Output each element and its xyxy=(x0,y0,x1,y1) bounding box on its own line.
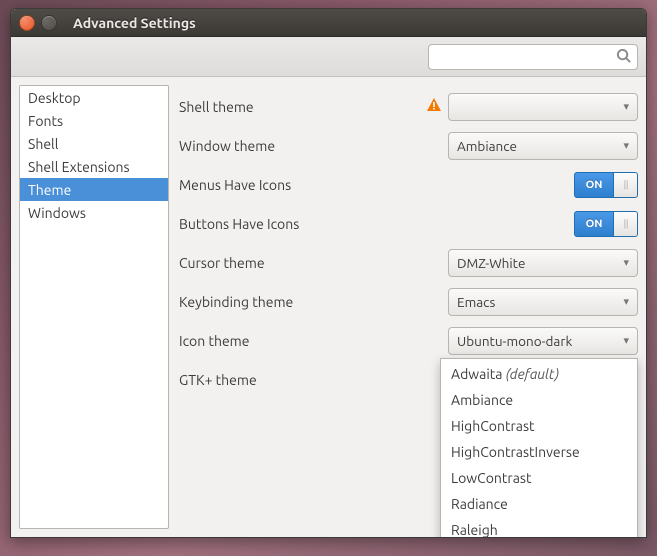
minimize-button[interactable] xyxy=(41,15,57,31)
sidebar-item-desktop[interactable]: Desktop xyxy=(20,86,168,109)
shell-theme-combo[interactable]: ▾ xyxy=(448,93,638,121)
search-input[interactable] xyxy=(435,49,616,64)
sidebar-item-label: Shell Extensions xyxy=(28,159,130,175)
switch-knob: ||| xyxy=(613,173,637,197)
sidebar-item-label: Fonts xyxy=(28,113,63,129)
dropdown-item-label: Radiance xyxy=(451,496,508,512)
row-label: Menus Have Icons xyxy=(179,177,574,193)
menus-icons-switch[interactable]: ON ||| xyxy=(574,172,638,198)
dropdown-item-label: LowContrast xyxy=(451,470,532,486)
row-keybinding-theme: Keybinding theme Emacs ▾ xyxy=(179,282,638,321)
close-button[interactable] xyxy=(19,15,35,31)
chevron-down-icon: ▾ xyxy=(623,256,629,269)
dropdown-item-ambiance[interactable]: Ambiance xyxy=(441,387,637,413)
icon-theme-combo[interactable]: Ubuntu-mono-dark ▾ xyxy=(448,327,638,355)
row-window-theme: Window theme Ambiance ▾ xyxy=(179,126,638,165)
toolbar xyxy=(11,37,646,77)
window-theme-combo[interactable]: Ambiance ▾ xyxy=(448,132,638,160)
switch-knob: ||| xyxy=(613,212,637,236)
search-icon xyxy=(616,48,631,66)
sidebar-item-windows[interactable]: Windows xyxy=(20,201,168,224)
dropdown-item-raleigh[interactable]: Raleigh xyxy=(441,517,637,538)
dropdown-item-radiance[interactable]: Radiance xyxy=(441,491,637,517)
row-icon-theme: Icon theme Ubuntu-mono-dark ▾ xyxy=(179,321,638,360)
sidebar-item-label: Shell xyxy=(28,136,58,152)
dropdown-item-highcontrast[interactable]: HighContrast xyxy=(441,413,637,439)
sidebar-item-theme[interactable]: Theme xyxy=(20,178,168,201)
row-menus-icons: Menus Have Icons ON ||| xyxy=(179,165,638,204)
dropdown-item-lowcontrast[interactable]: LowContrast xyxy=(441,465,637,491)
dropdown-item-suffix: (default) xyxy=(506,366,559,382)
titlebar: Advanced Settings xyxy=(11,9,646,37)
combo-value: Emacs xyxy=(457,294,495,310)
sidebar-item-label: Theme xyxy=(28,182,71,198)
dropdown-item-adwaita[interactable]: Adwaita (default) xyxy=(441,361,637,387)
row-label: Icon theme xyxy=(179,333,448,349)
dropdown-item-label: HighContrastInverse xyxy=(451,444,580,460)
row-label: GTK+ theme xyxy=(179,372,448,388)
window-title: Advanced Settings xyxy=(73,15,196,31)
switch-on-label: ON xyxy=(575,173,613,197)
sidebar: Desktop Fonts Shell Shell Extensions The… xyxy=(19,85,169,529)
row-cursor-theme: Cursor theme DMZ-White ▾ xyxy=(179,243,638,282)
dropdown-item-highcontrastinverse[interactable]: HighContrastInverse xyxy=(441,439,637,465)
row-buttons-icons: Buttons Have Icons ON ||| xyxy=(179,204,638,243)
dropdown-item-label: Adwaita xyxy=(451,366,502,382)
chevron-down-icon: ▾ xyxy=(623,295,629,308)
keybinding-theme-combo[interactable]: Emacs ▾ xyxy=(448,288,638,316)
chevron-down-icon: ▾ xyxy=(623,100,629,113)
buttons-icons-switch[interactable]: ON ||| xyxy=(574,211,638,237)
sidebar-item-label: Desktop xyxy=(28,90,81,106)
sidebar-item-label: Windows xyxy=(28,205,86,221)
row-label: Cursor theme xyxy=(179,255,448,271)
advanced-settings-window: Advanced Settings Desktop Fonts Shell Sh… xyxy=(10,8,647,538)
dropdown-item-label: Raleigh xyxy=(451,522,498,538)
row-label: Shell theme xyxy=(179,99,426,115)
combo-value: Ambiance xyxy=(457,138,517,154)
sidebar-item-shell-extensions[interactable]: Shell Extensions xyxy=(20,155,168,178)
dropdown-item-label: HighContrast xyxy=(451,418,535,434)
search-box[interactable] xyxy=(428,44,638,70)
switch-on-label: ON xyxy=(575,212,613,236)
row-label: Keybinding theme xyxy=(179,294,448,310)
row-label: Buttons Have Icons xyxy=(179,216,574,232)
combo-value: DMZ-White xyxy=(457,255,525,271)
chevron-down-icon: ▾ xyxy=(623,334,629,347)
sidebar-item-shell[interactable]: Shell xyxy=(20,132,168,155)
row-shell-theme: Shell theme ▾ xyxy=(179,87,638,126)
gtk-theme-dropdown: Adwaita (default) Ambiance HighContrast … xyxy=(440,358,638,538)
warning-icon xyxy=(426,97,442,116)
chevron-down-icon: ▾ xyxy=(623,139,629,152)
combo-value: Ubuntu-mono-dark xyxy=(457,333,572,349)
body: Desktop Fonts Shell Shell Extensions The… xyxy=(11,77,646,537)
cursor-theme-combo[interactable]: DMZ-White ▾ xyxy=(448,249,638,277)
row-label: Window theme xyxy=(179,138,448,154)
dropdown-item-label: Ambiance xyxy=(451,392,513,408)
sidebar-item-fonts[interactable]: Fonts xyxy=(20,109,168,132)
